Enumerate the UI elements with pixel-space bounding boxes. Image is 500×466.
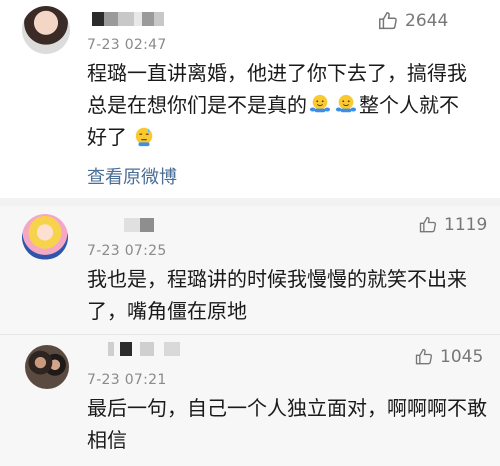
comment-item-2: 7-23 07:25 1119 我也是，程璐讲的时候我慢慢的就笑不出来 了，嘴角… [0,206,500,334]
comment-item-3: 7-23 07:21 1045 最后一句，自己一个人独立面对，啊啊啊不敢 相信 [0,334,500,466]
like-count: 2644 [405,11,449,31]
avatar[interactable] [22,214,68,260]
comment-text-line: 好了 [87,120,157,154]
comment-text-line: 程璐一直讲离婚，他进了你下去了，搞得我 [87,61,467,85]
username-redacted[interactable] [92,12,164,26]
username-redacted[interactable] [124,218,154,232]
thumbs-up-icon [415,348,433,365]
comment-text-line: 最后一句，自己一个人独立面对，啊啊啊不敢 [87,396,487,420]
like-button[interactable]: 1119 [418,215,487,235]
like-count: 1119 [444,215,488,235]
comment-text-line: 总是在想你们是不是真的 整个人就不 [87,93,459,117]
view-original-weibo-link[interactable]: 查看原微博 [87,163,177,189]
thumbs-up-icon [379,12,397,30]
comment-time: 7-23 07:25 [87,243,167,259]
comment-text-line: 我也是，程璐讲的时候我慢慢的就笑不出来 [87,267,467,291]
comment-time: 7-23 07:21 [87,372,167,388]
comment-text-line: 了，嘴角僵在原地 [87,299,247,323]
avatar[interactable] [22,6,70,54]
thumbs-up-icon [419,216,437,233]
sweat-emoji-icon [135,127,153,147]
comment-text-line: 相信 [87,428,127,452]
avatar[interactable] [25,345,69,389]
like-count: 1045 [440,347,484,367]
like-button[interactable]: 1045 [414,347,483,367]
like-button[interactable]: 2644 [377,10,448,32]
hug-emoji-icon [309,94,331,113]
comment-item-1: 7-23 02:47 2644 程璐一直讲离婚，他进了你下去了，搞得我 总是在想… [0,0,500,198]
username-redacted[interactable] [108,342,180,356]
comment-time: 7-23 02:47 [87,37,167,53]
section-divider [0,198,500,206]
hug-emoji-icon [335,94,357,113]
